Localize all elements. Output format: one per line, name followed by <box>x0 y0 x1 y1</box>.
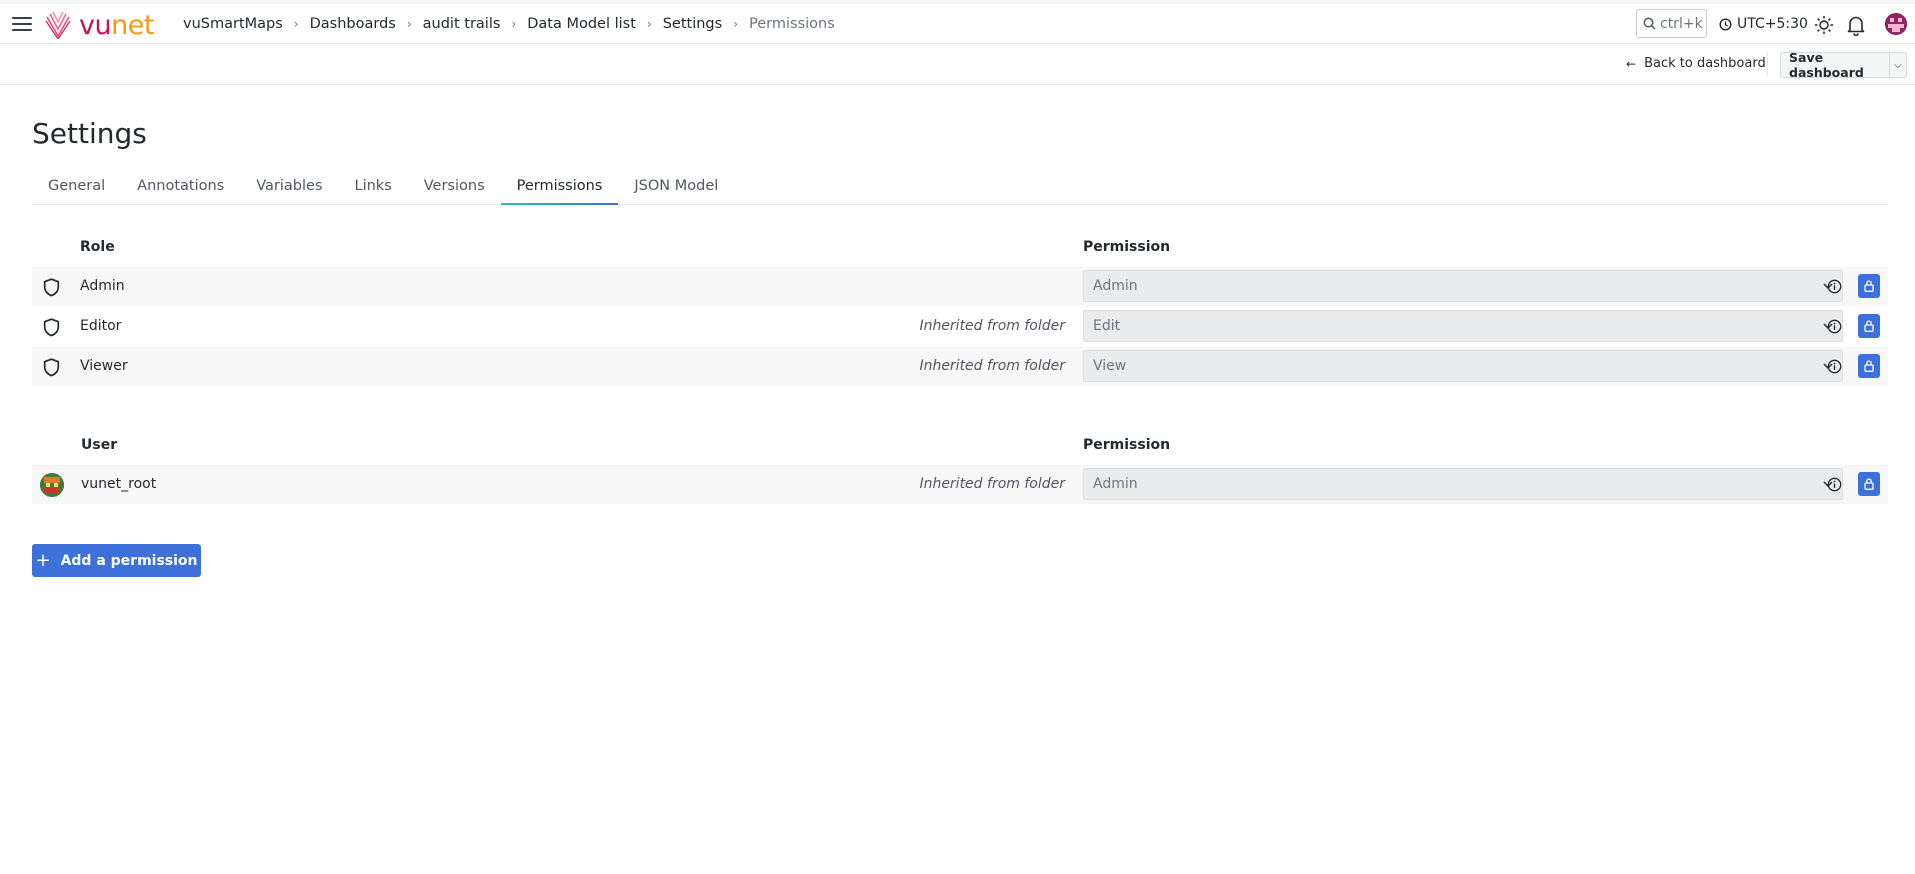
lock-icon <box>1864 320 1874 332</box>
tab-versions[interactable]: Versions <box>408 168 501 204</box>
lock-icon <box>1864 360 1874 372</box>
plus-icon: + <box>35 550 51 571</box>
notifications-bell-icon[interactable] <box>1846 14 1866 36</box>
user-permission-column-header: Permission <box>1083 437 1171 453</box>
add-permission-label: Add a permission <box>60 552 198 569</box>
save-dashboard-button[interactable]: Save dashboard ⌵ <box>1780 50 1907 80</box>
lock-icon <box>1864 280 1874 292</box>
lock-button[interactable] <box>1858 274 1880 298</box>
timezone-label: UTC+5:30 <box>1737 16 1808 32</box>
toolbar-divider <box>1767 52 1768 76</box>
theme-sun-icon[interactable] <box>1814 15 1834 35</box>
role-name: Viewer <box>80 358 128 374</box>
user-avatar[interactable] <box>1885 13 1907 35</box>
timezone-button[interactable]: UTC+5:30 <box>1719 16 1808 32</box>
role-row-editor: Editor Inherited from folder Edit <box>32 307 1888 346</box>
vunet-logo-mark-icon <box>45 11 71 39</box>
top-navbar: vunet vuSmartMaps › Dashboards › audit t… <box>0 4 1915 44</box>
info-icon[interactable] <box>1827 279 1842 294</box>
permission-select[interactable]: Edit <box>1083 310 1843 342</box>
info-icon[interactable] <box>1827 359 1842 374</box>
lock-button[interactable] <box>1858 314 1880 338</box>
add-permission-button[interactable]: + Add a permission <box>32 544 201 577</box>
breadcrumb-permissions: Permissions <box>749 16 835 32</box>
tab-general[interactable]: General <box>32 168 121 204</box>
permission-select-value: Admin <box>1093 476 1138 492</box>
inherited-label: Inherited from folder <box>919 318 1065 334</box>
search-button[interactable]: ctrl+k <box>1636 9 1707 38</box>
user-column-header: User <box>81 437 118 453</box>
shield-icon <box>43 358 60 377</box>
logo-text: vunet <box>79 9 154 41</box>
permission-column-header: Permission <box>1083 239 1171 255</box>
inherited-label: Inherited from folder <box>919 358 1065 374</box>
user-avatar-image-icon <box>40 473 64 497</box>
lock-icon <box>1864 478 1874 490</box>
breadcrumb-separator-icon: › <box>293 17 299 31</box>
breadcrumb-separator-icon: › <box>511 17 517 31</box>
lock-button[interactable] <box>1858 472 1880 496</box>
user-avatar <box>40 473 64 497</box>
breadcrumb-separator-icon: › <box>733 17 739 31</box>
search-shortcut-label: ctrl+k <box>1660 15 1703 32</box>
shield-icon <box>43 318 60 337</box>
breadcrumb-data-model-list[interactable]: Data Model list <box>527 16 636 32</box>
settings-tabs: General Annotations Variables Links Vers… <box>32 168 1888 205</box>
breadcrumb-separator-icon: › <box>406 17 412 31</box>
page-title: Settings <box>32 117 147 150</box>
breadcrumb: vuSmartMaps › Dashboards › audit trails … <box>183 16 835 32</box>
tab-variables[interactable]: Variables <box>240 168 338 204</box>
role-name: Editor <box>80 318 122 334</box>
search-icon <box>1643 17 1656 30</box>
role-row-viewer: Viewer Inherited from folder View <box>32 347 1888 386</box>
permission-select[interactable]: Admin <box>1083 468 1843 500</box>
role-column-header: Role <box>80 239 115 255</box>
permission-select[interactable]: View <box>1083 350 1843 382</box>
user-name: vunet_root <box>81 476 157 492</box>
user-row-vunet-root: vunet_root Inherited from folder Admin <box>32 465 1888 504</box>
permission-select-value: View <box>1093 358 1127 374</box>
breadcrumb-settings[interactable]: Settings <box>663 16 722 32</box>
save-dashboard-label: Save dashboard <box>1789 50 1864 80</box>
arrow-left-icon: ← <box>1626 56 1637 71</box>
tab-permissions[interactable]: Permissions <box>500 168 619 205</box>
breadcrumb-audit-trails[interactable]: audit trails <box>423 16 501 32</box>
vunet-logo[interactable]: vunet <box>45 11 154 39</box>
permission-select-value: Edit <box>1093 318 1121 334</box>
tab-annotations[interactable]: Annotations <box>121 168 240 204</box>
shield-icon <box>43 278 60 297</box>
clock-icon <box>1719 17 1732 31</box>
role-name: Admin <box>80 278 125 294</box>
role-row-admin: Admin Admin <box>32 267 1888 306</box>
inherited-label: Inherited from folder <box>919 476 1065 492</box>
tab-links[interactable]: Links <box>339 168 408 204</box>
permission-select[interactable]: Admin <box>1083 270 1843 302</box>
menu-icon[interactable] <box>12 17 32 33</box>
info-icon[interactable] <box>1827 319 1842 334</box>
back-to-dashboard-label: Back to dashboard <box>1644 56 1766 71</box>
info-icon[interactable] <box>1827 477 1842 492</box>
back-to-dashboard-button[interactable]: ← Back to dashboard <box>1626 56 1766 71</box>
chevron-down-icon[interactable]: ⌵ <box>1888 53 1906 77</box>
user-avatar-image-icon <box>1885 13 1907 35</box>
tab-json-model[interactable]: JSON Model <box>618 168 734 204</box>
permission-select-value: Admin <box>1093 278 1138 294</box>
dashboard-toolbar: ← Back to dashboard Save dashboard ⌵ <box>0 44 1915 85</box>
breadcrumb-vusmartmaps[interactable]: vuSmartMaps <box>183 16 283 32</box>
breadcrumb-dashboards[interactable]: Dashboards <box>310 16 396 32</box>
lock-button[interactable] <box>1858 354 1880 378</box>
breadcrumb-separator-icon: › <box>646 17 652 31</box>
